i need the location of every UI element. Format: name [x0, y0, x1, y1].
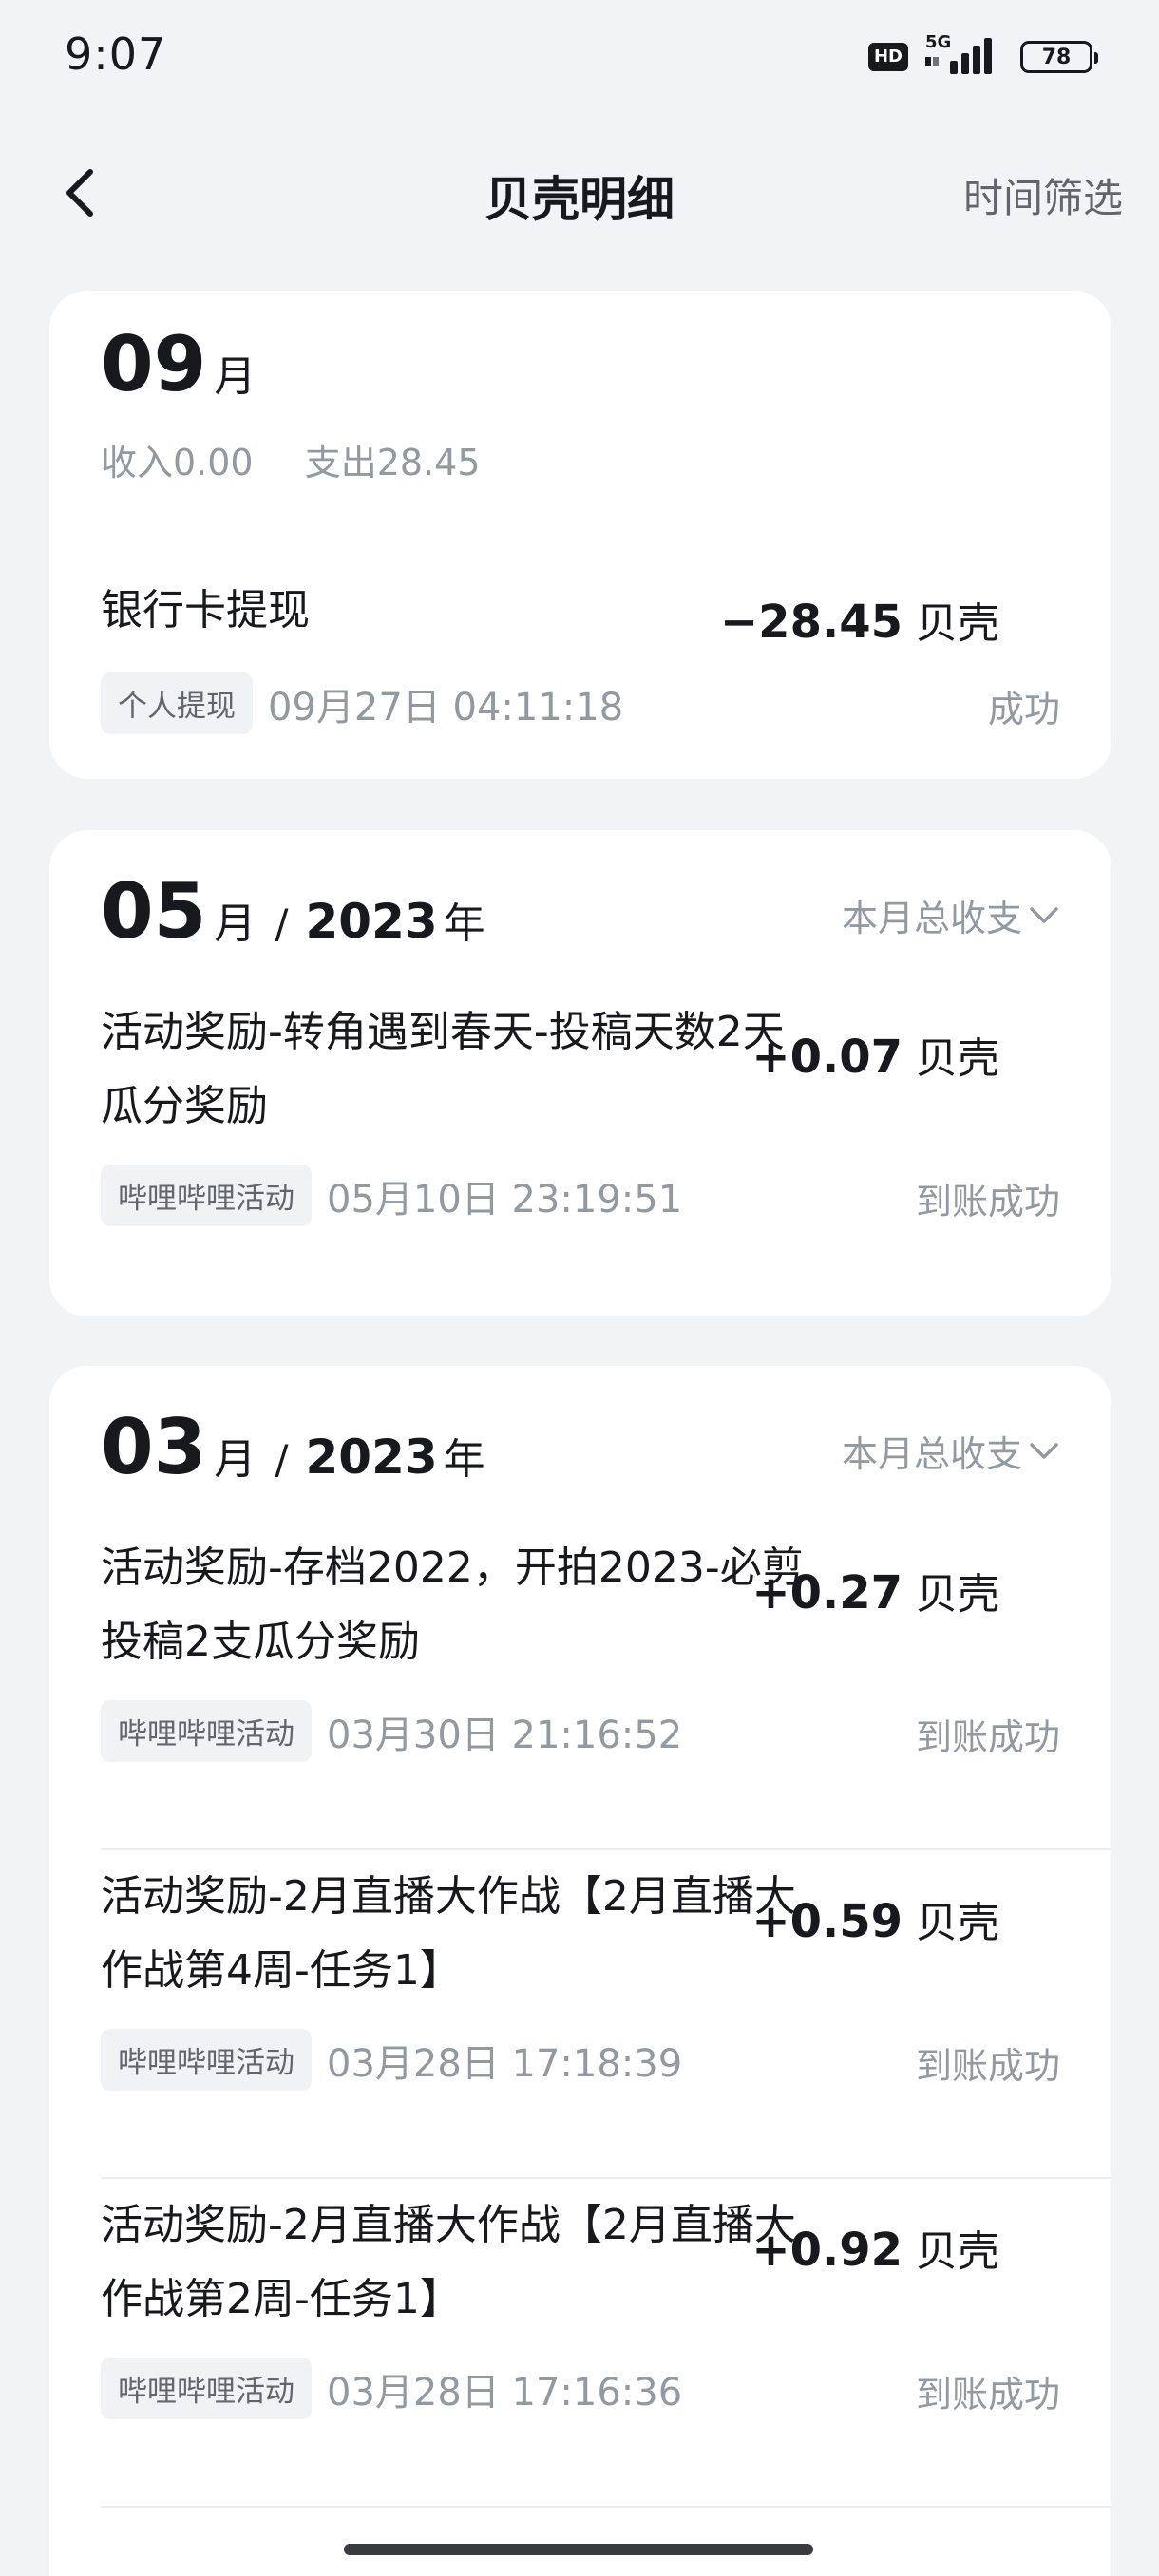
month-unit: 月 — [214, 352, 256, 401]
divider — [101, 2506, 1112, 2508]
year-number: 2023 — [305, 1430, 438, 1485]
year-unit: 年 — [443, 900, 485, 948]
amount-unit: 贝壳 — [916, 1034, 999, 1083]
amount-value: +0.59 — [751, 1895, 902, 1948]
record-tag: 哔哩哔哩活动 — [101, 1700, 312, 1762]
network-type-label: 5G — [925, 32, 952, 52]
record-status: 到账成功 — [915, 1716, 1060, 1758]
month-number: 05 — [101, 867, 207, 956]
amount-value: +0.27 — [751, 1566, 902, 1619]
record-status: 成功 — [987, 689, 1060, 730]
month-card-05: 05 月 / 2023 年 本月总收支 活动奖励-转角遇到春天-投稿天数2天瓜分… — [49, 830, 1112, 1316]
nav-bar: 贝壳明细 时间筛选 — [0, 133, 1159, 253]
month-separator: / — [275, 1436, 289, 1483]
record-time: 03月28日 17:18:39 — [327, 2041, 683, 2086]
record-meta: 哔哩哔哩活动 03月28日 17:16:36 — [101, 2358, 682, 2419]
status-time: 9:07 — [65, 28, 167, 80]
month-unit: 月 — [214, 1435, 256, 1484]
month-separator: / — [275, 900, 289, 947]
divider — [101, 2177, 1112, 2179]
month-total-toggle[interactable]: 本月总收支 — [842, 889, 1060, 941]
amount-unit: 贝壳 — [916, 1570, 999, 1619]
record-title: 活动奖励-转角遇到春天-投稿天数2天瓜分奖励 — [101, 1008, 785, 1130]
record-meta: 个人提现 09月27日 04:11:18 — [101, 672, 623, 734]
amount-unit: 贝壳 — [916, 599, 999, 648]
year-unit: 年 — [443, 1435, 485, 1484]
record-time: 03月28日 17:16:36 — [327, 2370, 683, 2415]
month-number: 03 — [101, 1403, 207, 1491]
chevron-down-icon — [1030, 1442, 1058, 1459]
month-card-09: 09 月 收入0.00 支出28.45 银行卡提现 −28.45 贝壳 个人提现… — [49, 291, 1112, 779]
record-tag: 个人提现 — [101, 672, 253, 734]
record-tag: 哔哩哔哩活动 — [101, 1165, 312, 1226]
status-icons: HD 5G 78 — [867, 32, 1098, 78]
month-header: 09 月 — [101, 327, 256, 403]
record-time: 05月10日 23:19:51 — [327, 1177, 683, 1222]
record-tag: 哔哩哔哩活动 — [101, 2358, 312, 2419]
year-number: 2023 — [305, 894, 438, 949]
record-status: 到账成功 — [915, 1181, 1060, 1222]
month-header: 03 月 / 2023 年 — [101, 1410, 485, 1486]
month-card-03: 03 月 / 2023 年 本月总收支 活动奖励-存档2022，开拍2023-必… — [49, 1366, 1112, 2576]
record-time: 09月27日 04:11:18 — [268, 685, 624, 729]
amount-value: +0.07 — [751, 1031, 902, 1084]
battery-icon: 78 — [1020, 41, 1098, 73]
record-amount: +0.07 贝壳 — [751, 1024, 999, 1085]
month-summary: 收入0.00 支出28.45 — [101, 433, 481, 485]
amount-unit: 贝壳 — [916, 2227, 999, 2276]
record-amount: +0.27 贝壳 — [751, 1560, 999, 1620]
month-total-toggle[interactable]: 本月总收支 — [842, 1425, 1060, 1477]
record-meta: 哔哩哔哩活动 03月30日 21:16:52 — [101, 1700, 682, 1762]
record-meta: 哔哩哔哩活动 03月28日 17:18:39 — [101, 2029, 682, 2091]
divider — [101, 1848, 1112, 1850]
battery-level: 78 — [1041, 45, 1072, 69]
record-meta: 哔哩哔哩活动 05月10日 23:19:51 — [101, 1165, 682, 1226]
expense-total: 支出28.45 — [304, 442, 481, 483]
record-title: 活动奖励-2月直播大作战【2月直播大作战第4周-任务1】 — [101, 1872, 796, 1995]
record-amount: +0.59 贝壳 — [751, 1888, 999, 1949]
record-title: 活动奖励-存档2022，开拍2023-必剪投稿2支瓜分奖励 — [101, 1544, 804, 1666]
record-status: 到账成功 — [915, 2045, 1060, 2087]
month-header: 05 月 / 2023 年 — [101, 874, 485, 950]
month-total-label: 本月总收支 — [841, 1433, 1022, 1475]
record-amount: +0.92 贝壳 — [751, 2217, 999, 2278]
record-status: 到账成功 — [915, 2374, 1060, 2415]
amount-value: −28.45 — [719, 596, 902, 649]
home-indicator[interactable] — [344, 2544, 813, 2555]
record-tag: 哔哩哔哩活动 — [101, 2029, 312, 2091]
signal-icon: 5G — [922, 32, 1007, 78]
record-title: 活动奖励-2月直播大作战【2月直播大作战第2周-任务1】 — [101, 2201, 796, 2323]
month-unit: 月 — [214, 900, 256, 948]
record-time: 03月30日 21:16:52 — [327, 1713, 683, 1757]
amount-value: +0.92 — [751, 2224, 902, 2277]
record-title: 银行卡提现 — [101, 586, 310, 635]
record-amount: −28.45 贝壳 — [720, 589, 999, 650]
income-total: 收入0.00 — [101, 442, 254, 483]
time-filter-button[interactable]: 时间筛选 — [963, 166, 1123, 224]
month-number: 09 — [101, 320, 207, 408]
chevron-down-icon — [1030, 906, 1058, 923]
amount-unit: 贝壳 — [916, 1899, 999, 1947]
month-total-label: 本月总收支 — [841, 898, 1022, 939]
hd-icon: HD — [867, 43, 908, 71]
status-bar: 9:07 HD 5G 78 — [0, 0, 1159, 123]
